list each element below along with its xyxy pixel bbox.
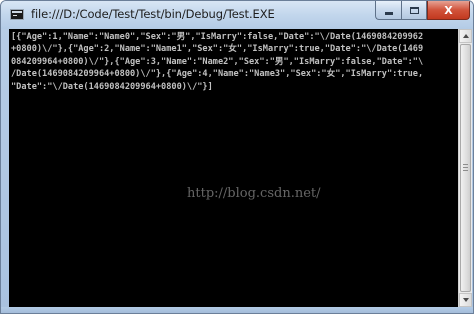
title-bar[interactable]: file:///D:/Code/Test/Test/bin/Debug/Test…: [1, 1, 473, 29]
vertical-scrollbar[interactable]: [458, 29, 472, 307]
grip-line: [463, 167, 468, 168]
close-button[interactable]: X: [427, 1, 470, 20]
scroll-down-arrow-icon: [462, 298, 469, 302]
minimize-button[interactable]: [375, 1, 401, 20]
maximize-button[interactable]: [401, 1, 427, 20]
scroll-up-button[interactable]: [459, 29, 472, 43]
console-window: file:///D:/Code/Test/Test/bin/Debug/Test…: [0, 0, 474, 314]
close-icon: X: [444, 3, 453, 17]
grip-line: [463, 164, 468, 165]
console-app-icon[interactable]: [10, 9, 24, 20]
console-output-text: [{"Age":1,"Name":"Name0","Sex":"男","IsMa…: [11, 32, 424, 92]
window-title: file:///D:/Code/Test/Test/bin/Debug/Test…: [31, 7, 275, 21]
maximize-icon: [409, 6, 419, 14]
grip-line: [463, 170, 468, 171]
minimize-icon: [384, 11, 393, 15]
scroll-down-button[interactable]: [459, 293, 472, 307]
scrollbar-thumb[interactable]: [460, 44, 471, 292]
console-output-area[interactable]: [{"Age":1,"Name":"Name0","Sex":"男","IsMa…: [9, 29, 458, 307]
watermark-text: http://blog.csdn.net/: [187, 186, 321, 201]
window-bottom-frame: [1, 307, 473, 313]
caption-buttons: X: [375, 1, 470, 21]
scroll-up-arrow-icon: [462, 34, 469, 38]
